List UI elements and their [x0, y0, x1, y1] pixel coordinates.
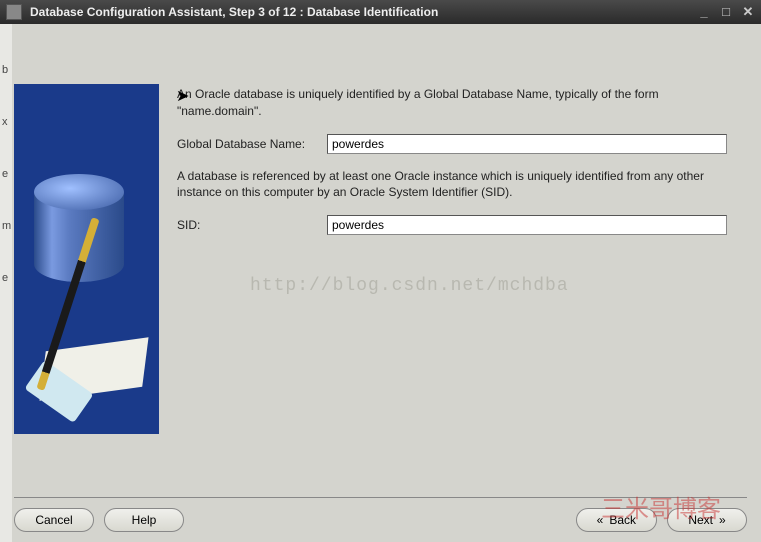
app-icon	[6, 4, 22, 20]
description-text-1: An Oracle database is uniquely identifie…	[177, 86, 727, 120]
maximize-icon[interactable]: □	[719, 5, 733, 19]
separator	[14, 497, 747, 498]
global-db-name-input[interactable]	[327, 134, 727, 154]
window-title: Database Configuration Assistant, Step 3…	[30, 5, 697, 19]
close-icon[interactable]: ✕	[741, 5, 755, 19]
chevron-right-icon: »	[719, 513, 726, 527]
help-button[interactable]: Help	[104, 508, 184, 532]
sid-input[interactable]	[327, 215, 727, 235]
edge-char: b	[2, 64, 12, 76]
sid-row: SID:	[177, 215, 747, 235]
side-illustration	[14, 84, 159, 434]
global-db-name-label: Global Database Name:	[177, 137, 327, 151]
global-db-name-row: Global Database Name:	[177, 134, 747, 154]
edge-char: x	[2, 116, 12, 128]
button-bar: Cancel Help « Back Next »	[14, 508, 747, 532]
form-area: An Oracle database is uniquely identifie…	[177, 36, 747, 491]
content-area: An Oracle database is uniquely identifie…	[14, 36, 747, 491]
cancel-button[interactable]: Cancel	[14, 508, 94, 532]
window-body: An Oracle database is uniquely identifie…	[0, 24, 761, 542]
sid-label: SID:	[177, 218, 327, 232]
next-button[interactable]: Next »	[667, 508, 747, 532]
window-controls: _ □ ✕	[697, 5, 755, 19]
edge-char: e	[2, 168, 12, 180]
back-label: Back	[609, 513, 636, 527]
edge-char: e	[2, 272, 12, 284]
next-label: Next	[688, 513, 713, 527]
window-titlebar: Database Configuration Assistant, Step 3…	[0, 0, 761, 24]
edge-char: m	[2, 220, 12, 232]
left-edge-strip: b x e m e	[0, 24, 12, 542]
back-button[interactable]: « Back	[576, 508, 657, 532]
chevron-left-icon: «	[597, 513, 604, 527]
description-text-2: A database is referenced by at least one…	[177, 168, 727, 202]
minimize-icon[interactable]: _	[697, 5, 711, 19]
